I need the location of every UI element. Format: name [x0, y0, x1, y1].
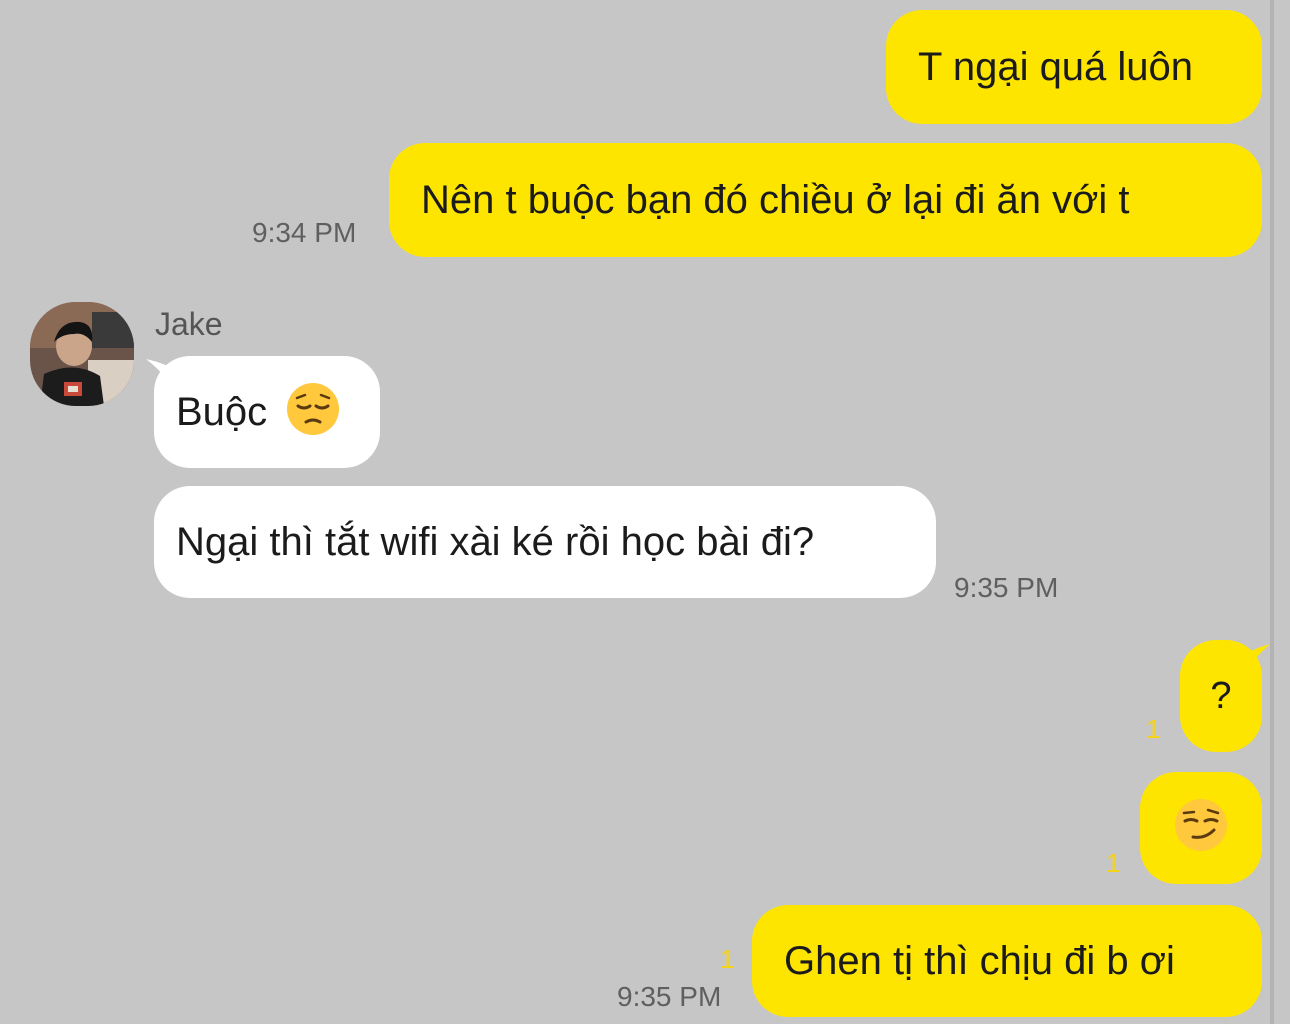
incoming-message-bubble[interactable]: Ngại thì tắt wifi xài ké rồi học bài đi? — [154, 486, 936, 598]
message-timestamp: 9:34 PM — [252, 217, 357, 248]
message-text: T ngại quá luôn — [918, 45, 1194, 89]
message-text: Nên t buộc bạn đó chiều ở lại đi ăn với … — [421, 178, 1130, 222]
outgoing-message-bubble[interactable]: Ghen tị thì chịu đi b ơi — [752, 905, 1262, 1017]
outgoing-message-bubble[interactable]: T ngại quá luôn — [886, 10, 1262, 124]
pensive-face-emoji-icon — [285, 381, 341, 444]
incoming-message-bubble[interactable]: Buộc — [154, 356, 380, 468]
unread-count: 1 — [1106, 848, 1121, 878]
message-timestamp: 9:35 PM — [617, 981, 722, 1012]
message-text: Ngại thì tắt wifi xài ké rồi học bài đi? — [176, 520, 815, 564]
smirking-face-emoji-icon — [1173, 797, 1229, 860]
sender-avatar[interactable] — [30, 302, 134, 406]
message-text: Ghen tị thì chịu đi b ơi — [784, 939, 1175, 983]
outgoing-message-bubble[interactable]: Nên t buộc bạn đó chiều ở lại đi ăn với … — [389, 143, 1262, 257]
outgoing-message-bubble[interactable] — [1140, 772, 1262, 884]
message-text: ? — [1210, 675, 1232, 717]
message-timestamp: 9:35 PM — [954, 572, 1059, 603]
sender-name: Jake — [155, 306, 223, 342]
scrollbar[interactable] — [1270, 0, 1274, 1024]
unread-count: 1 — [720, 944, 735, 974]
message-text: Buộc — [176, 390, 268, 434]
unread-count: 1 — [1146, 714, 1161, 744]
jake-profile-photo-icon — [30, 302, 134, 406]
outgoing-message-bubble[interactable]: ? — [1180, 640, 1262, 752]
